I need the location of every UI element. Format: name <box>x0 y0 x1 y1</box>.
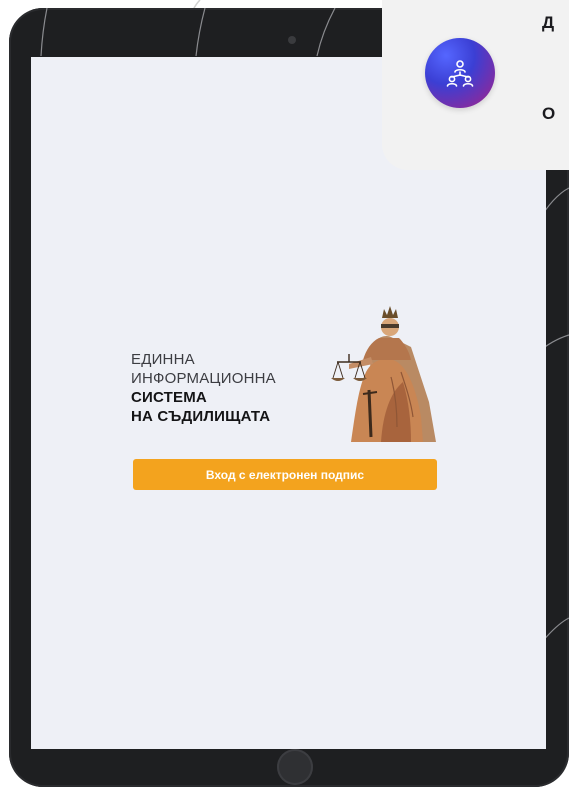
logo-line-4: НА СЪДИЛИЩАТА <box>131 408 271 425</box>
callout-line-1: Д <box>542 13 555 32</box>
callout-line-2: О <box>542 104 556 123</box>
home-button[interactable] <box>277 749 313 785</box>
system-logo-text: ЕДИННА ИНФОРМАЦИОННА СИСТЕМА НА СЪДИЛИЩА… <box>131 350 331 426</box>
lady-justice-image <box>331 306 436 442</box>
people-network-icon <box>446 60 474 87</box>
logo-line-3: СИСТЕМА <box>131 389 207 406</box>
people-network-badge <box>425 38 495 108</box>
front-camera <box>288 36 296 44</box>
login-button-label: Вход с електронен подпис <box>205 467 365 482</box>
logo-line-2: ИНФОРМАЦИОННА <box>131 370 276 387</box>
logo-line-1: ЕДИННА <box>131 351 195 368</box>
login-e-signature-button[interactable]: Вход с електронен подпис <box>133 459 437 490</box>
